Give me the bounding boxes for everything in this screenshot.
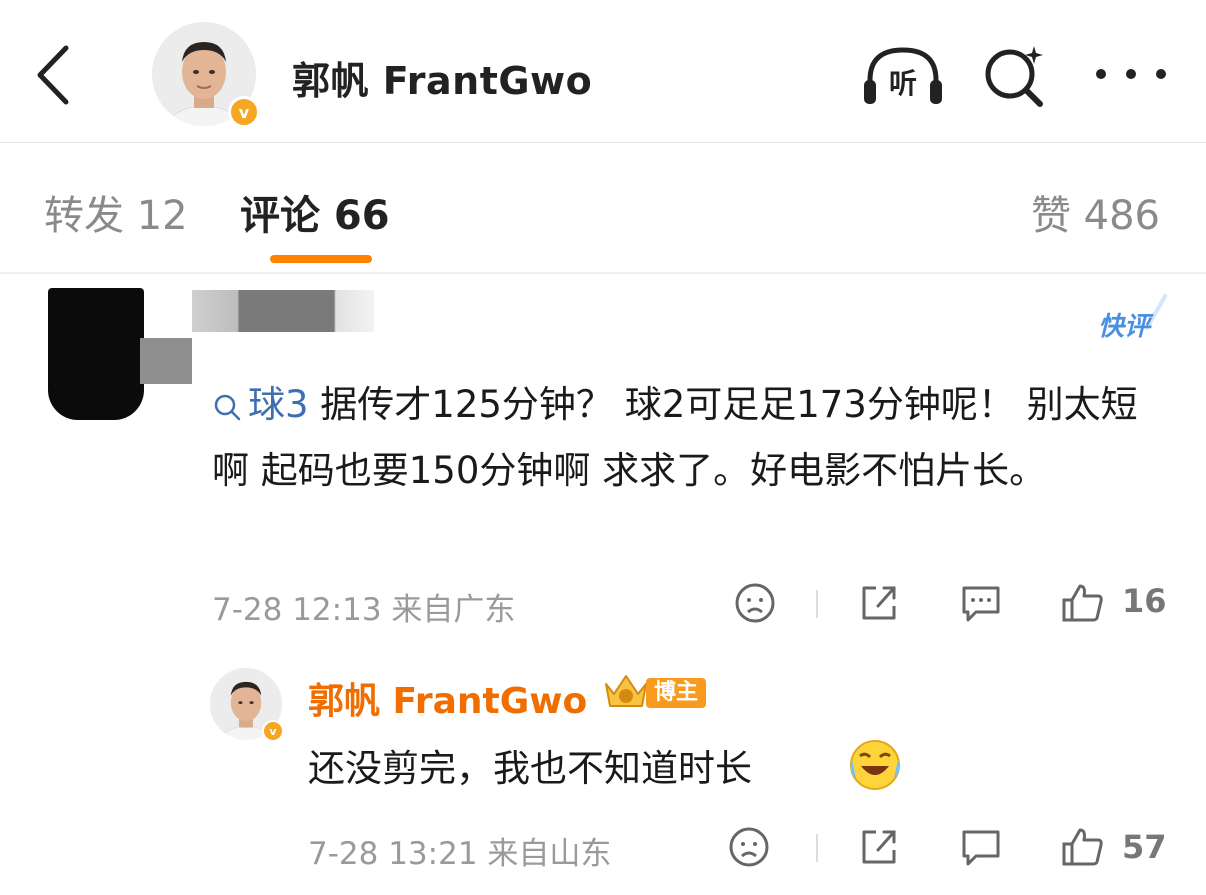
blogger-label: 博主 xyxy=(646,678,707,708)
share-icon[interactable] xyxy=(856,580,902,626)
divider xyxy=(816,590,818,618)
comment-icon[interactable] xyxy=(958,824,1004,870)
listen-button[interactable]: 听 xyxy=(862,44,944,106)
verified-icon: v xyxy=(228,96,260,128)
topic-label: 球3 xyxy=(248,383,309,426)
reply-author-avatar[interactable]: v xyxy=(210,668,284,742)
location: 来自广东 xyxy=(391,592,516,628)
comment-text: 据传才125分钟？ 球2可足足173分钟呢！ 别太短啊 起码也要150分钟啊 求… xyxy=(212,383,1138,492)
like-count: 16 xyxy=(1122,582,1167,620)
comment-actions: 16 xyxy=(726,574,1167,630)
tab-repost[interactable]: 转发 12 xyxy=(44,183,188,241)
dislike-icon[interactable] xyxy=(732,580,778,626)
dot xyxy=(1126,69,1136,79)
reply-actions: 57 xyxy=(726,818,1167,874)
like-count: 57 xyxy=(1122,828,1167,866)
comment-body: 球3 据传才125分钟？ 球2可足足173分钟呢！ 别太短啊 起码也要150分钟… xyxy=(212,372,1172,504)
search-icon[interactable] xyxy=(982,42,1048,108)
quick-comment-badge: 快评 xyxy=(1097,312,1150,342)
topic-link[interactable]: 球3 xyxy=(212,383,309,426)
divider xyxy=(816,834,818,862)
share-icon[interactable] xyxy=(856,824,902,870)
dot xyxy=(1156,69,1166,79)
tab-bar: 转发 12 评论 66 赞 486 xyxy=(0,143,1206,273)
commenter-name-redacted[interactable] xyxy=(192,290,374,332)
blogger-badge: 博主 xyxy=(600,672,712,712)
location: 来自山东 xyxy=(487,836,612,872)
tab-like[interactable]: 赞 486 xyxy=(1031,183,1160,241)
timestamp: 7-28 12:13 xyxy=(212,592,382,628)
reply-author-name[interactable]: 郭帆 FrantGwo xyxy=(308,672,587,724)
like-icon[interactable] xyxy=(1060,580,1106,626)
tab-comment[interactable]: 评论 66 xyxy=(240,183,390,241)
verified-icon: v xyxy=(262,720,284,742)
dot xyxy=(1096,69,1106,79)
svg-text:听: 听 xyxy=(889,67,917,100)
reply-text: 还没剪完，我也不知道时长 xyxy=(308,747,752,790)
search-icon xyxy=(214,394,241,420)
back-icon[interactable] xyxy=(28,40,88,110)
top-bar: v 郭帆 FrantGwo 听 xyxy=(0,0,1206,142)
dislike-icon[interactable] xyxy=(726,824,772,870)
timestamp: 7-28 13:21 xyxy=(308,836,478,872)
commenter-avatar-redacted[interactable] xyxy=(48,288,144,420)
like-icon[interactable] xyxy=(1060,824,1106,870)
reply-meta: 7-28 13:21 来自山东 xyxy=(308,828,611,873)
crown-icon xyxy=(605,675,647,707)
more-options-icon[interactable] xyxy=(1096,56,1166,92)
author-avatar[interactable]: v xyxy=(152,22,262,132)
headphones-icon: 听 xyxy=(864,47,942,104)
active-tab-indicator xyxy=(270,255,372,263)
redaction-block xyxy=(140,338,192,384)
laugh-cry-emoji-icon xyxy=(846,738,904,792)
comment-icon[interactable] xyxy=(958,580,1004,626)
page-title: 郭帆 FrantGwo xyxy=(292,59,593,103)
divider xyxy=(0,272,1206,274)
comment-meta: 7-28 12:13 来自广东 xyxy=(212,584,515,629)
